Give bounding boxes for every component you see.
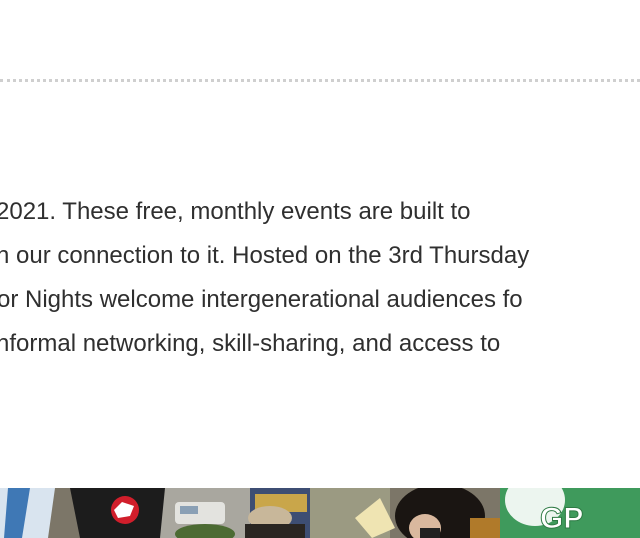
article-paragraph: 2021. These free, monthly events are bui… bbox=[0, 190, 640, 366]
paragraph-line: 2021. These free, monthly events are bui… bbox=[0, 198, 471, 225]
green-sign-text: GP bbox=[540, 502, 583, 535]
section-divider bbox=[0, 79, 640, 82]
event-photo: GP bbox=[0, 488, 640, 538]
paragraph-line: nformal networking, skill-sharing, and a… bbox=[0, 330, 501, 357]
paragraph-line: n our connection to it. Hosted on the 3r… bbox=[0, 242, 530, 269]
paragraph-line: or Nights welcome intergenerational audi… bbox=[0, 286, 523, 313]
